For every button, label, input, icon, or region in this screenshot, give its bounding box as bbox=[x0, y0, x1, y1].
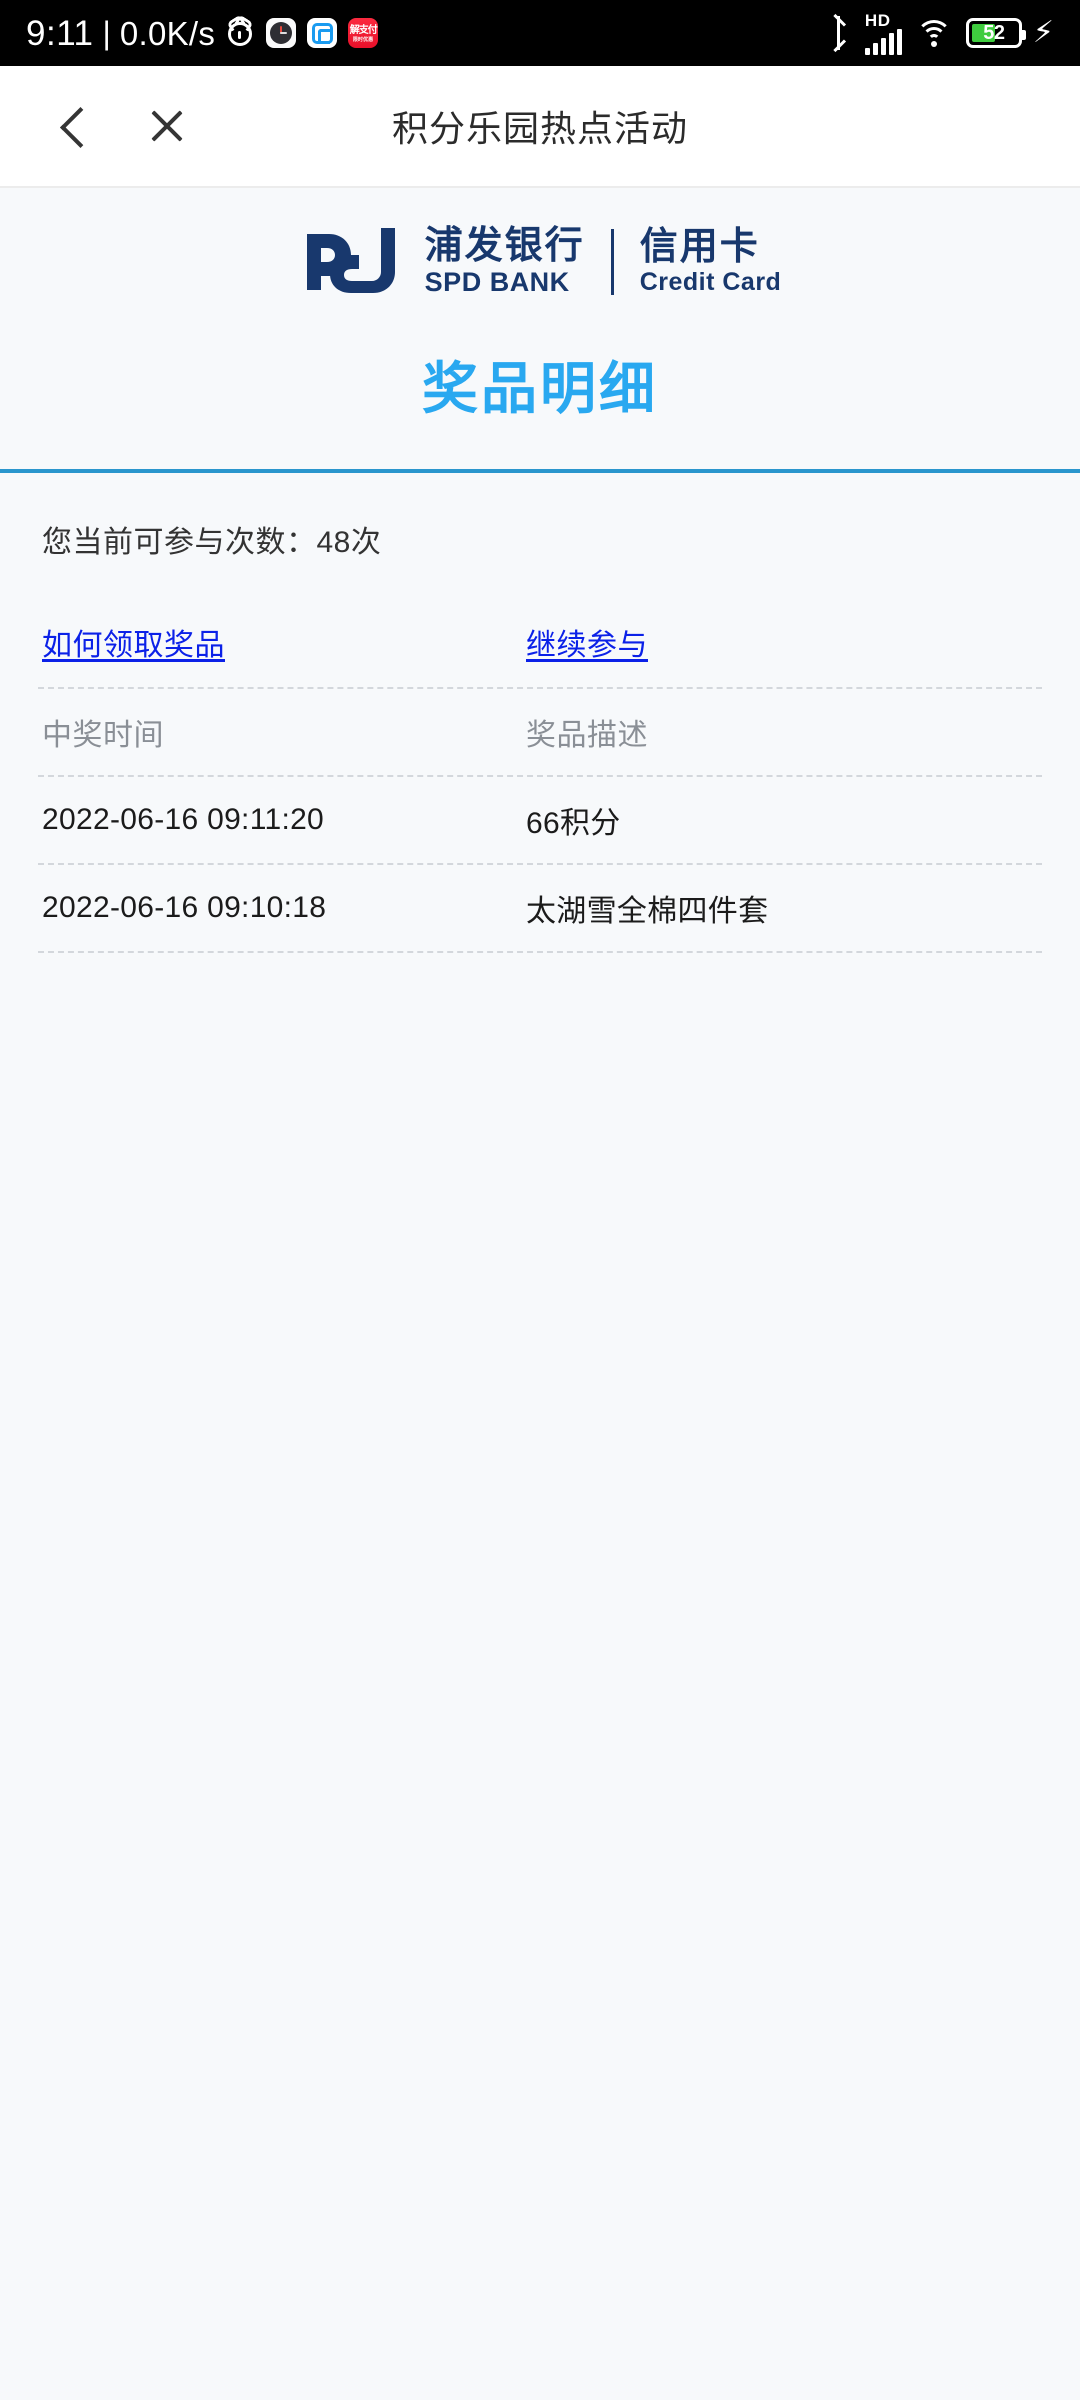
brand-product-block: 信用卡 Credit Card bbox=[640, 227, 782, 296]
page-content: 浦发银行 SPD BANK 信用卡 Credit Card 奖品明细 您当前可参… bbox=[0, 188, 1080, 953]
red-app-line1: 解支付 bbox=[349, 25, 378, 37]
status-notification-icons: 解支付 限时优惠 bbox=[225, 18, 379, 48]
battery-percent-label: 52 bbox=[983, 21, 1005, 44]
alarm-clock-icon bbox=[225, 18, 255, 48]
status-bar: 9:11 | 0.0K/s 解支付 限时优惠 HD 52 ⚡ bbox=[0, 0, 1080, 66]
brand-product-en: Credit Card bbox=[639, 267, 782, 296]
brand-divider bbox=[610, 229, 614, 295]
action-links-row: 如何领取奖品 继续参与 bbox=[38, 597, 1042, 689]
nav-left-controls bbox=[0, 99, 194, 153]
brand-bank-cn: 浦发银行 bbox=[424, 225, 585, 268]
blue-app-icon bbox=[307, 18, 338, 48]
table-row: 2022-06-16 09:11:20 66积分 bbox=[38, 777, 1042, 865]
close-button[interactable] bbox=[140, 99, 194, 153]
how-to-claim-cell: 如何领取奖品 bbox=[38, 620, 526, 664]
clock-app-icon bbox=[266, 18, 297, 48]
brand-bank-en: SPD BANK bbox=[424, 266, 570, 297]
charging-bolt-icon: ⚡ bbox=[1032, 16, 1054, 49]
navigation-bar: 积分乐园热点活动 bbox=[0, 66, 1080, 188]
page-heading: 奖品明细 bbox=[422, 357, 658, 420]
wifi-icon bbox=[915, 18, 953, 48]
red-app-line2: 限时优惠 bbox=[352, 37, 374, 43]
back-button[interactable] bbox=[44, 99, 98, 153]
column-header-prize: 奖品描述 bbox=[526, 719, 648, 752]
brand-text-block: 浦发银行 SPD BANK 信用卡 Credit Card bbox=[425, 226, 782, 297]
network-speed-text: 0.0K/s bbox=[119, 14, 216, 52]
cell-prize-description: 66积分 bbox=[526, 807, 621, 840]
battery-icon: 52 bbox=[965, 18, 1026, 48]
signal-bars-icon: HD bbox=[864, 10, 902, 55]
status-bar-left: 9:11 | 0.0K/s 解支付 限时优惠 bbox=[26, 13, 379, 53]
cell-prize-description: 太湖雪全棉四件套 bbox=[526, 895, 769, 928]
continue-participate-link[interactable]: 继续参与 bbox=[526, 629, 648, 662]
spd-logo-mark-icon bbox=[306, 228, 395, 293]
cell-win-time: 2022-06-16 09:10:18 bbox=[42, 891, 327, 924]
table-header-row: 中奖时间 奖品描述 bbox=[38, 689, 1042, 777]
continue-cell: 继续参与 bbox=[526, 620, 1042, 664]
cell-win-time: 2022-06-16 09:11:20 bbox=[42, 803, 325, 836]
brand-product-cn: 信用卡 bbox=[639, 226, 760, 269]
status-bar-right: HD 52 ⚡ bbox=[826, 12, 1054, 55]
table-row: 2022-06-16 09:10:18 太湖雪全棉四件套 bbox=[38, 865, 1042, 953]
close-x-icon bbox=[147, 106, 187, 146]
status-separator: | bbox=[102, 15, 111, 51]
participation-count-text: 您当前可参与次数：48次 bbox=[42, 526, 382, 559]
red-app-icon: 解支付 限时优惠 bbox=[348, 18, 379, 48]
brand-header: 浦发银行 SPD BANK 信用卡 Credit Card bbox=[0, 188, 1080, 304]
volte-hd-icon: HD bbox=[864, 10, 891, 30]
brand-bank-block: 浦发银行 SPD BANK bbox=[425, 226, 585, 297]
how-to-claim-link[interactable]: 如何领取奖品 bbox=[42, 629, 225, 662]
chevron-left-icon bbox=[58, 113, 84, 139]
status-time: 9:11 bbox=[26, 13, 94, 53]
column-header-time: 中奖时间 bbox=[42, 719, 164, 752]
bluetooth-icon bbox=[826, 13, 852, 53]
